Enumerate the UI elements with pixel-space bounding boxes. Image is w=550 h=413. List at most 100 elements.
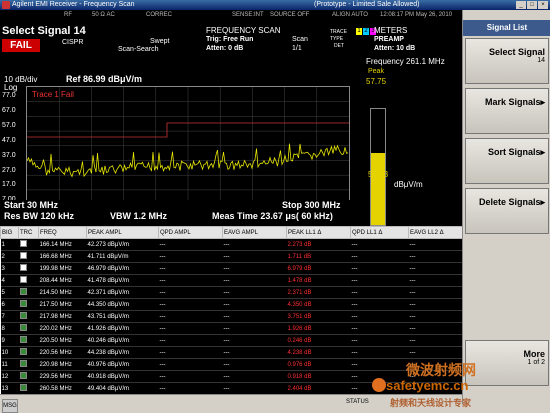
column-header[interactable]: EAVG AMPL <box>222 226 287 239</box>
row-checkbox[interactable] <box>18 298 39 311</box>
ref-level: Ref 86.99 dBμV/m <box>66 74 143 84</box>
close-icon[interactable]: × <box>538 1 548 9</box>
peak-ampl-cell: 46.979 dBμV/m <box>86 262 159 275</box>
y-tick-label: 57.0 <box>2 121 16 129</box>
column-header[interactable]: BIG <box>0 226 19 239</box>
row-checkbox[interactable] <box>18 238 39 251</box>
row-number: 6 <box>0 298 19 311</box>
checkbox-icon[interactable] <box>19 300 27 307</box>
row-checkbox[interactable] <box>18 334 39 347</box>
qpd-delta-cell: --- <box>350 322 409 335</box>
checkbox-icon[interactable] <box>19 312 27 319</box>
table-row[interactable]: 7 217.98 MHz 43.751 dBμV/m --- --- 3.751… <box>0 310 462 323</box>
eavg-delta-cell: --- <box>408 346 462 359</box>
column-header[interactable]: PEAK LL1 Δ <box>286 226 351 239</box>
column-header[interactable]: FREQ <box>38 226 87 239</box>
peak-ampl-cell: 41.711 dBμV/m <box>86 250 159 263</box>
peak-ampl-cell: 40.246 dBμV/m <box>86 334 159 347</box>
start-freq: Start 30 MHz <box>4 200 59 210</box>
fail-badge: FAIL <box>2 39 40 52</box>
qpd-delta-cell: --- <box>350 274 409 287</box>
row-checkbox[interactable] <box>18 310 39 323</box>
peak-delta-cell: 0.976 dB <box>286 358 351 371</box>
eavg-ampl-cell: --- <box>222 298 287 311</box>
scan-label: Scan <box>292 36 308 43</box>
checkbox-icon[interactable] <box>19 288 27 295</box>
column-header[interactable]: QPD AMPL <box>158 226 223 239</box>
row-number: 4 <box>0 274 19 287</box>
window-subtitle: (Prototype - Limited Sale Allowed) <box>314 1 420 8</box>
table-row[interactable]: 6 217.50 MHz 44.350 dBμV/m --- --- 4.350… <box>0 298 462 311</box>
table-row[interactable]: 9 220.50 MHz 40.246 dBμV/m --- --- 0.246… <box>0 334 462 347</box>
sort-signals-softkey[interactable]: Sort Signals▸ <box>465 138 549 184</box>
checkbox-icon[interactable] <box>19 372 27 379</box>
maximize-icon[interactable]: □ <box>527 1 537 9</box>
checkbox-icon[interactable] <box>19 264 27 271</box>
select-signal-title: Select Signal 14 <box>2 25 86 37</box>
table-row[interactable]: 8 220.02 MHz 41.926 dBμV/m --- --- 1.926… <box>0 322 462 335</box>
row-number: 8 <box>0 322 19 335</box>
peak-delta-cell: 1.711 dB <box>286 250 351 263</box>
eavg-delta-cell: --- <box>408 322 462 335</box>
table-row[interactable]: 5 214.50 MHz 42.371 dBμV/m --- --- 2.371… <box>0 286 462 299</box>
qpd-delta-cell: --- <box>350 298 409 311</box>
checkbox-icon[interactable] <box>19 276 27 283</box>
eavg-ampl-cell: --- <box>222 346 287 359</box>
row-checkbox[interactable] <box>18 322 39 335</box>
res-bw: Res BW 120 kHz <box>4 211 75 221</box>
column-header[interactable]: EAVG LL2 Δ <box>408 226 462 239</box>
table-row[interactable]: 3 199.98 MHz 46.979 dBμV/m --- --- 6.979… <box>0 262 462 275</box>
peak-ampl-cell: 40.976 dBμV/m <box>86 358 159 371</box>
meter-peak-label: Peak <box>368 68 384 75</box>
peak-ampl-cell: 40.918 dBμV/m <box>86 370 159 383</box>
row-checkbox[interactable] <box>18 286 39 299</box>
peak-ampl-cell: 42.371 dBμV/m <box>86 286 159 299</box>
qpd-ampl-cell: --- <box>158 322 223 335</box>
row-checkbox[interactable] <box>18 274 39 287</box>
eavg-ampl-cell: --- <box>222 274 287 287</box>
watermark-logo <box>372 378 386 392</box>
freq-cell: 220.02 MHz <box>38 322 87 335</box>
table-row[interactable]: 2 166.68 MHz 41.711 dBμV/m --- --- 1.711… <box>0 250 462 263</box>
row-checkbox[interactable] <box>18 358 39 371</box>
freq-cell: 199.98 MHz <box>38 262 87 275</box>
select-signal-softkey[interactable]: Select Signal 14 <box>465 38 549 84</box>
msg-button[interactable]: MSG <box>2 399 18 413</box>
row-checkbox[interactable] <box>18 262 39 275</box>
eavg-ampl-cell: --- <box>222 262 287 275</box>
row-checkbox[interactable] <box>18 250 39 263</box>
table-row[interactable]: 10 220.56 MHz 44.238 dBμV/m --- --- 4.23… <box>0 346 462 359</box>
column-header[interactable]: TRC <box>18 226 39 239</box>
table-row[interactable]: 1 166.14 MHz 42.273 dBμV/m --- --- 2.273… <box>0 238 462 251</box>
column-header[interactable]: PEAK AMPL <box>86 226 159 239</box>
peak-delta-cell: 2.371 dB <box>286 286 351 299</box>
eavg-delta-cell: --- <box>408 310 462 323</box>
checkbox-icon[interactable] <box>19 360 27 367</box>
row-checkbox[interactable] <box>18 370 39 383</box>
checkbox-icon[interactable] <box>19 384 27 391</box>
trace-fail-label: Trace 1 Fail <box>32 90 74 99</box>
row-checkbox[interactable] <box>18 382 39 394</box>
atten-label: Atten: 0 dB <box>206 45 244 52</box>
delete-signals-softkey[interactable]: Delete Signals▸ <box>465 188 549 234</box>
column-header[interactable]: QPD LL1 Δ <box>350 226 409 239</box>
table-row[interactable]: 4 208.44 MHz 41.478 dBμV/m --- --- 1.478… <box>0 274 462 287</box>
row-number: 3 <box>0 262 19 275</box>
trace-1-indicator: 1 <box>356 28 362 35</box>
eavg-ampl-cell: --- <box>222 382 287 394</box>
freq-cell: 220.98 MHz <box>38 358 87 371</box>
checkbox-icon[interactable] <box>19 336 27 343</box>
trace-1 <box>26 143 349 178</box>
checkbox-icon[interactable] <box>19 348 27 355</box>
checkbox-icon[interactable] <box>19 240 27 247</box>
checkbox-icon[interactable] <box>19 324 27 331</box>
mark-signals-softkey[interactable]: Mark Signals▸ <box>465 88 549 134</box>
meter-panel: Frequency 261.1 MHz Peak 57.75 50.53 dBμ… <box>362 56 462 226</box>
checkbox-icon[interactable] <box>19 252 27 259</box>
freq-cell: 214.50 MHz <box>38 286 87 299</box>
row-checkbox[interactable] <box>18 346 39 359</box>
table-header-row: BIG TRC FREQ PEAK AMPL QPD AMPL EAVG AMPL PEAK… <box>0 226 462 239</box>
peak-delta-cell: 1.478 dB <box>286 274 351 287</box>
minimize-icon[interactable]: _ <box>516 1 526 9</box>
row-number: 7 <box>0 310 19 323</box>
